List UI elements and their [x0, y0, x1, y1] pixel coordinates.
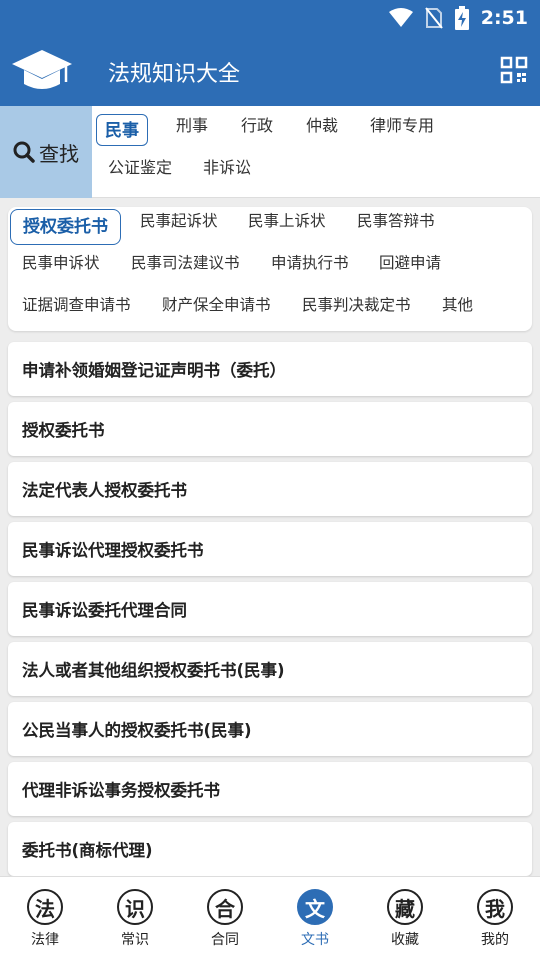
favorites-icon: 藏 — [387, 889, 423, 925]
qr-scan-icon[interactable] — [500, 56, 528, 84]
sub-category-panel: 授权委托书 民事起诉状 民事上诉状 民事答辩书 民事申诉状 民事司法建议书 申请… — [8, 207, 532, 331]
search-icon — [13, 141, 35, 163]
nav-label: 合同 — [211, 932, 239, 948]
subtab-caichan[interactable]: 财产保全申请书 — [150, 289, 283, 321]
nav-label: 我的 — [481, 932, 509, 948]
search-label: 查找 — [39, 141, 79, 166]
nav-label: 收藏 — [391, 932, 419, 948]
subtab-sifa[interactable]: 民事司法建议书 — [119, 247, 252, 279]
graduation-cap-icon — [12, 50, 72, 89]
profile-icon: 我 — [477, 889, 513, 925]
nav-label: 文书 — [301, 932, 329, 948]
document-title: 法人或者其他组织授权委托书(民事) — [22, 661, 285, 680]
document-title: 委托书(商标代理) — [22, 841, 153, 860]
status-bar: 2:51 — [0, 0, 540, 36]
nav-label: 常识 — [121, 932, 149, 948]
tab-feisusong[interactable]: 非诉讼 — [195, 152, 259, 184]
search-button[interactable]: 查找 — [0, 106, 92, 198]
subtab-qita[interactable]: 其他 — [430, 289, 485, 321]
subtab-huibi[interactable]: 回避申请 — [367, 247, 453, 279]
nav-falv[interactable]: 法 法律 — [0, 877, 90, 960]
list-item[interactable]: 民事诉讼委托代理合同 — [8, 582, 532, 636]
knowledge-icon: 识 — [117, 889, 153, 925]
subtab-dabian[interactable]: 民事答辩书 — [345, 205, 447, 237]
nav-changshi[interactable]: 识 常识 — [90, 877, 180, 960]
no-sim-icon — [424, 7, 443, 29]
battery-charging-icon — [454, 6, 469, 30]
list-item[interactable]: 法人或者其他组织授权委托书(民事) — [8, 642, 532, 696]
list-item[interactable]: 委托书(商标代理) — [8, 822, 532, 876]
list-item[interactable]: 公民当事人的授权委托书(民事) — [8, 702, 532, 756]
bottom-nav: 法 法律 识 常识 合 合同 文 文书 藏 收藏 我 我的 — [0, 876, 540, 960]
document-icon: 文 — [297, 889, 333, 925]
wifi-icon — [388, 8, 413, 27]
list-item[interactable]: 民事诉讼代理授权委托书 — [8, 522, 532, 576]
tab-gongzheng[interactable]: 公证鉴定 — [100, 152, 180, 184]
list-item[interactable]: 授权委托书 — [8, 402, 532, 456]
subtab-zhengju[interactable]: 证据调查申请书 — [10, 289, 143, 321]
tab-zhongcai[interactable]: 仲裁 — [298, 110, 346, 142]
tab-minshi[interactable]: 民事 — [96, 114, 148, 146]
document-title: 申请补领婚姻登记证声明书（委托） — [22, 361, 286, 380]
contract-icon: 合 — [207, 889, 243, 925]
tab-lvshi[interactable]: 律师专用 — [362, 110, 442, 142]
list-item[interactable]: 申请补领婚姻登记证声明书（委托） — [8, 342, 532, 396]
app-bar: 法规知识大全 — [0, 36, 540, 106]
list-item[interactable]: 代理非诉讼事务授权委托书 — [8, 762, 532, 816]
document-title: 公民当事人的授权委托书(民事) — [22, 721, 252, 740]
subtab-panjue[interactable]: 民事判决裁定书 — [290, 289, 423, 321]
subtab-shouquan[interactable]: 授权委托书 — [10, 209, 121, 245]
tab-xingshi[interactable]: 刑事 — [168, 110, 216, 142]
document-title: 民事诉讼代理授权委托书 — [22, 541, 204, 560]
document-title: 授权委托书 — [22, 421, 105, 440]
document-title: 代理非诉讼事务授权委托书 — [22, 781, 220, 800]
document-title: 法定代表人授权委托书 — [22, 481, 187, 500]
subtab-shensu[interactable]: 民事申诉状 — [10, 247, 112, 279]
nav-hetong[interactable]: 合 合同 — [180, 877, 270, 960]
nav-wode[interactable]: 我 我的 — [450, 877, 540, 960]
app-title: 法规知识大全 — [108, 62, 241, 87]
category-bar: 查找 民事 刑事 行政 仲裁 律师专用 公证鉴定 非诉讼 — [0, 106, 540, 198]
subtab-zhixing[interactable]: 申请执行书 — [259, 247, 361, 279]
nav-wenshu[interactable]: 文 文书 — [270, 877, 360, 960]
category-tabs: 民事 刑事 行政 仲裁 律师专用 公证鉴定 非诉讼 — [92, 106, 540, 198]
document-title: 民事诉讼委托代理合同 — [22, 601, 187, 620]
law-icon: 法 — [27, 889, 63, 925]
subtab-shangsu[interactable]: 民事上诉状 — [236, 205, 338, 237]
nav-label: 法律 — [31, 932, 59, 948]
status-time: 2:51 — [480, 7, 528, 29]
list-item[interactable]: 法定代表人授权委托书 — [8, 462, 532, 516]
subtab-qisu[interactable]: 民事起诉状 — [128, 205, 230, 237]
nav-shoucang[interactable]: 藏 收藏 — [360, 877, 450, 960]
tab-xingzheng[interactable]: 行政 — [233, 110, 281, 142]
